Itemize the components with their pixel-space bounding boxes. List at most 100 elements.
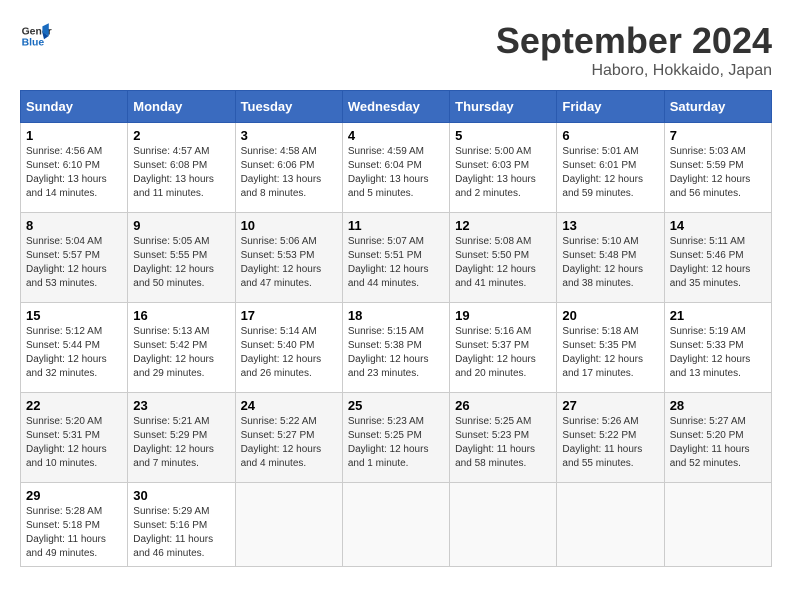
- col-sunday: Sunday: [21, 91, 128, 123]
- table-row: [342, 483, 449, 567]
- table-row: 2 Sunrise: 4:57 AMSunset: 6:08 PMDaylight…: [128, 123, 235, 213]
- table-row: 23Sunrise: 5:21 AMSunset: 5:29 PMDayligh…: [128, 393, 235, 483]
- table-row: 28 Sunrise: 5:27 AMSunset: 5:20 PMDayligh…: [664, 393, 771, 483]
- col-monday: Monday: [128, 91, 235, 123]
- day-number: 28: [670, 398, 766, 413]
- table-row: 14 Sunrise: 5:11 AMSunset: 5:46 PMDayligh…: [664, 213, 771, 303]
- day-number: 17: [241, 308, 337, 323]
- table-row: 30 Sunrise: 5:29 AMSunset: 5:16 PMDayligh…: [128, 483, 235, 567]
- table-row: 5Sunrise: 5:00 AMSunset: 6:03 PMDaylight…: [450, 123, 557, 213]
- table-row: 18Sunrise: 5:15 AMSunset: 5:38 PMDayligh…: [342, 303, 449, 393]
- table-row: 26Sunrise: 5:25 AMSunset: 5:23 PMDayligh…: [450, 393, 557, 483]
- table-row: 12 Sunrise: 5:08 AMSunset: 5:50 PMDayligh…: [450, 213, 557, 303]
- table-row: [235, 483, 342, 567]
- day-number: 22: [26, 398, 122, 413]
- table-row: 13 Sunrise: 5:10 AMSunset: 5:48 PMDayligh…: [557, 213, 664, 303]
- table-row: 1 Sunrise: 4:56 AMSunset: 6:10 PMDaylight…: [21, 123, 128, 213]
- day-info: Sunrise: 5:07 AMSunset: 5:51 PMDaylight:…: [348, 235, 444, 291]
- page-header: General Blue September 2024 Haboro, Hokk…: [20, 20, 772, 80]
- table-row: 11 Sunrise: 5:07 AMSunset: 5:51 PMDayligh…: [342, 213, 449, 303]
- col-friday: Friday: [557, 91, 664, 123]
- table-row: 10Sunrise: 5:06 AMSunset: 5:53 PMDayligh…: [235, 213, 342, 303]
- table-row: [664, 483, 771, 567]
- day-info: Sunrise: 5:29 AMSunset: 5:16 PMDaylight:…: [133, 505, 229, 561]
- day-info: Sunrise: 5:03 AMSunset: 5:59 PMDaylight:…: [670, 145, 766, 201]
- day-info: Sunrise: 5:12 AMSunset: 5:44 PMDaylight:…: [26, 325, 122, 381]
- table-row: 29Sunrise: 5:28 AMSunset: 5:18 PMDayligh…: [21, 483, 128, 567]
- day-info: Sunrise: 5:15 AMSunset: 5:38 PMDaylight:…: [348, 325, 444, 381]
- table-row: 20 Sunrise: 5:18 AMSunset: 5:35 PMDayligh…: [557, 303, 664, 393]
- col-saturday: Saturday: [664, 91, 771, 123]
- day-info: Sunrise: 5:16 AMSunset: 5:37 PMDaylight:…: [455, 325, 551, 381]
- day-number: 29: [26, 488, 122, 503]
- calendar-table: Sunday Monday Tuesday Wednesday Thursday…: [20, 90, 772, 567]
- day-number: 30: [133, 488, 229, 503]
- day-number: 16: [133, 308, 229, 323]
- day-info: Sunrise: 5:06 AMSunset: 5:53 PMDaylight:…: [241, 235, 337, 291]
- location: Haboro, Hokkaido, Japan: [496, 62, 772, 80]
- day-info: Sunrise: 4:57 AMSunset: 6:08 PMDaylight:…: [133, 145, 229, 201]
- day-info: Sunrise: 5:10 AMSunset: 5:48 PMDaylight:…: [562, 235, 658, 291]
- day-info: Sunrise: 5:22 AMSunset: 5:27 PMDaylight:…: [241, 415, 337, 471]
- day-number: 6: [562, 128, 658, 143]
- table-row: 25Sunrise: 5:23 AMSunset: 5:25 PMDayligh…: [342, 393, 449, 483]
- table-row: [557, 483, 664, 567]
- table-row: 7 Sunrise: 5:03 AMSunset: 5:59 PMDaylight…: [664, 123, 771, 213]
- day-number: 23: [133, 398, 229, 413]
- day-info: Sunrise: 5:08 AMSunset: 5:50 PMDaylight:…: [455, 235, 551, 291]
- day-info: Sunrise: 5:27 AMSunset: 5:20 PMDaylight:…: [670, 415, 766, 471]
- day-info: Sunrise: 4:58 AMSunset: 6:06 PMDaylight:…: [241, 145, 337, 201]
- table-row: 9 Sunrise: 5:05 AMSunset: 5:55 PMDaylight…: [128, 213, 235, 303]
- day-number: 13: [562, 218, 658, 233]
- title-section: September 2024 Haboro, Hokkaido, Japan: [496, 20, 772, 80]
- day-info: Sunrise: 5:05 AMSunset: 5:55 PMDaylight:…: [133, 235, 229, 291]
- day-number: 2: [133, 128, 229, 143]
- day-number: 14: [670, 218, 766, 233]
- day-number: 26: [455, 398, 551, 413]
- table-row: 27 Sunrise: 5:26 AMSunset: 5:22 PMDayligh…: [557, 393, 664, 483]
- calendar-week: 15 Sunrise: 5:12 AMSunset: 5:44 PMDayligh…: [21, 303, 772, 393]
- day-info: Sunrise: 5:00 AMSunset: 6:03 PMDaylight:…: [455, 145, 551, 201]
- day-info: Sunrise: 5:26 AMSunset: 5:22 PMDaylight:…: [562, 415, 658, 471]
- table-row: [450, 483, 557, 567]
- calendar-week: 8Sunrise: 5:04 AMSunset: 5:57 PMDaylight…: [21, 213, 772, 303]
- table-row: 3 Sunrise: 4:58 AMSunset: 6:06 PMDaylight…: [235, 123, 342, 213]
- day-info: Sunrise: 5:14 AMSunset: 5:40 PMDaylight:…: [241, 325, 337, 381]
- day-number: 1: [26, 128, 122, 143]
- table-row: 16 Sunrise: 5:13 AMSunset: 5:42 PMDayligh…: [128, 303, 235, 393]
- col-tuesday: Tuesday: [235, 91, 342, 123]
- calendar-week: 22 Sunrise: 5:20 AMSunset: 5:31 PMDayligh…: [21, 393, 772, 483]
- table-row: 19 Sunrise: 5:16 AMSunset: 5:37 PMDayligh…: [450, 303, 557, 393]
- day-info: Sunrise: 5:20 AMSunset: 5:31 PMDaylight:…: [26, 415, 122, 471]
- calendar-week: 29Sunrise: 5:28 AMSunset: 5:18 PMDayligh…: [21, 483, 772, 567]
- day-info: Sunrise: 5:11 AMSunset: 5:46 PMDaylight:…: [670, 235, 766, 291]
- day-info: Sunrise: 5:23 AMSunset: 5:25 PMDaylight:…: [348, 415, 444, 471]
- day-number: 4: [348, 128, 444, 143]
- day-info: Sunrise: 5:13 AMSunset: 5:42 PMDaylight:…: [133, 325, 229, 381]
- day-number: 19: [455, 308, 551, 323]
- table-row: 15 Sunrise: 5:12 AMSunset: 5:44 PMDayligh…: [21, 303, 128, 393]
- day-number: 8: [26, 218, 122, 233]
- day-number: 9: [133, 218, 229, 233]
- logo-icon: General Blue: [20, 20, 52, 52]
- day-number: 3: [241, 128, 337, 143]
- day-number: 11: [348, 218, 444, 233]
- table-row: 22 Sunrise: 5:20 AMSunset: 5:31 PMDayligh…: [21, 393, 128, 483]
- day-number: 7: [670, 128, 766, 143]
- day-number: 27: [562, 398, 658, 413]
- day-info: Sunrise: 5:18 AMSunset: 5:35 PMDaylight:…: [562, 325, 658, 381]
- day-info: Sunrise: 5:19 AMSunset: 5:33 PMDaylight:…: [670, 325, 766, 381]
- day-number: 24: [241, 398, 337, 413]
- col-thursday: Thursday: [450, 91, 557, 123]
- day-number: 20: [562, 308, 658, 323]
- svg-text:Blue: Blue: [22, 38, 45, 49]
- header-row: Sunday Monday Tuesday Wednesday Thursday…: [21, 91, 772, 123]
- col-wednesday: Wednesday: [342, 91, 449, 123]
- day-info: Sunrise: 5:01 AMSunset: 6:01 PMDaylight:…: [562, 145, 658, 201]
- day-number: 12: [455, 218, 551, 233]
- day-info: Sunrise: 4:56 AMSunset: 6:10 PMDaylight:…: [26, 145, 122, 201]
- table-row: 6 Sunrise: 5:01 AMSunset: 6:01 PMDaylight…: [557, 123, 664, 213]
- table-row: 17 Sunrise: 5:14 AMSunset: 5:40 PMDayligh…: [235, 303, 342, 393]
- day-number: 15: [26, 308, 122, 323]
- day-number: 21: [670, 308, 766, 323]
